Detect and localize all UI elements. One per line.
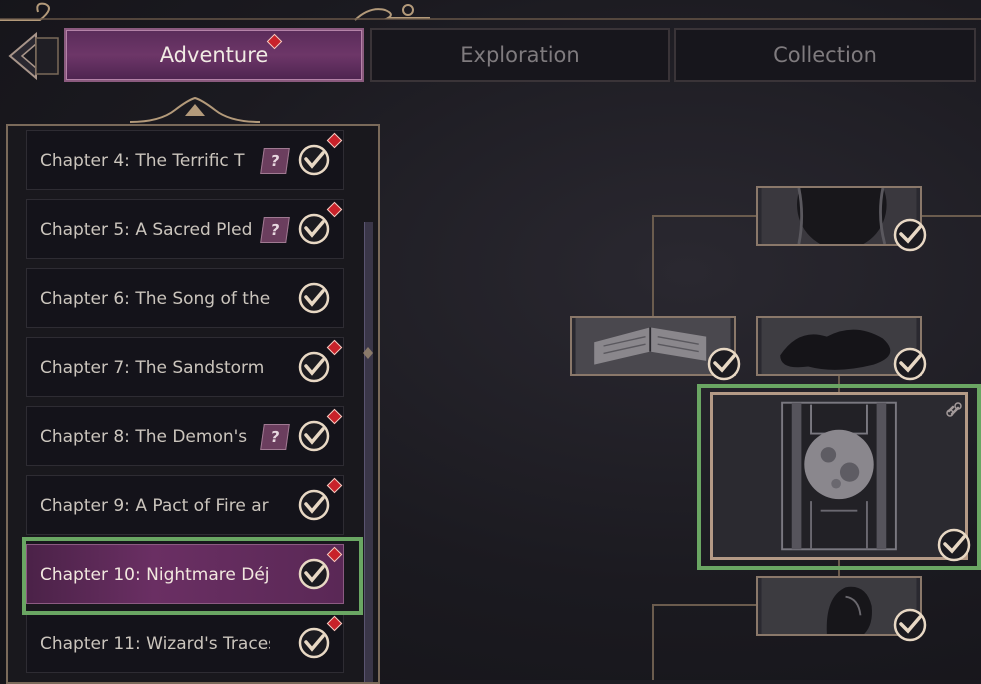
tab-exploration[interactable]: Exploration	[370, 28, 670, 82]
chapter-complete-check-icon	[297, 557, 331, 591]
tree-connector	[652, 604, 654, 680]
chapter-complete-check-icon	[297, 212, 331, 246]
question-badge-icon[interactable]: ?	[260, 148, 290, 174]
chapter-complete-check-icon	[297, 488, 331, 522]
chapter-label: Chapter 7: The Sandstorm C	[40, 358, 270, 378]
node-complete-check-icon	[893, 608, 927, 642]
chapter-item[interactable]: Chapter 10: Nightmare Déjà	[26, 544, 344, 604]
tree-connector	[652, 215, 654, 317]
tree-connector	[652, 215, 756, 217]
node-complete-check-icon	[937, 528, 971, 562]
chapter-complete-check-icon	[297, 419, 331, 453]
chapter-label: Chapter 11: Wizard's Traces	[40, 634, 270, 654]
chapter-label: Chapter 5: A Sacred Pled	[40, 220, 253, 240]
tab-collection[interactable]: Collection	[674, 28, 976, 82]
story-node-moon-door[interactable]	[710, 392, 968, 560]
chapter-label: Chapter 6: The Song of the	[40, 289, 270, 309]
tree-connector	[652, 604, 756, 606]
tab-collection-label: Collection	[773, 43, 877, 67]
back-arrow-icon	[8, 31, 59, 81]
question-badge-icon[interactable]: ?	[260, 217, 290, 243]
chapter-label: Chapter 10: Nightmare Déjà	[40, 565, 270, 585]
back-button[interactable]	[0, 28, 64, 84]
node-complete-check-icon	[893, 218, 927, 252]
node-complete-check-icon	[893, 347, 927, 381]
tree-connector	[920, 215, 981, 217]
top-divider-line	[0, 18, 981, 20]
chapter-label: Chapter 4: The Terrific T	[40, 151, 245, 171]
chapter-label: Chapter 8: The Demon's	[40, 427, 248, 447]
top-ornament	[0, 2, 430, 21]
chapter-item[interactable]: Chapter 11: Wizard's Traces	[26, 613, 344, 673]
alert-diamond-icon	[266, 33, 283, 50]
chapter-complete-check-icon	[297, 350, 331, 384]
chapter-item[interactable]: Chapter 4: The Terrific T?	[26, 130, 344, 190]
tab-adventure[interactable]: Adventure	[64, 28, 364, 82]
tab-exploration-label: Exploration	[460, 43, 580, 67]
node-art-moon-door	[714, 395, 964, 557]
chapter-complete-check-icon	[297, 143, 331, 177]
scroll-thumb-marker-icon[interactable]	[363, 347, 373, 359]
chapter-label: Chapter 9: A Pact of Fire ar	[40, 496, 269, 516]
chapter-complete-check-icon	[297, 281, 331, 315]
node-complete-check-icon	[707, 347, 741, 381]
chapter-item[interactable]: Chapter 6: The Song of the	[26, 268, 344, 328]
question-badge-icon[interactable]: ?	[260, 424, 290, 450]
chapter-item[interactable]: Chapter 8: The Demon's?	[26, 406, 344, 466]
chapter-item[interactable]: Chapter 7: The Sandstorm C	[26, 337, 344, 397]
chapter-item[interactable]: Chapter 5: A Sacred Pled?	[26, 199, 344, 259]
chapter-item[interactable]: Chapter 9: A Pact of Fire ar	[26, 475, 344, 535]
chapter-list-scrollbar[interactable]	[364, 222, 373, 682]
tab-adventure-label: Adventure	[159, 43, 269, 67]
tab-bar: Adventure Exploration Collection	[62, 26, 981, 86]
link-icon	[946, 402, 962, 417]
chapter-complete-check-icon	[297, 626, 331, 660]
